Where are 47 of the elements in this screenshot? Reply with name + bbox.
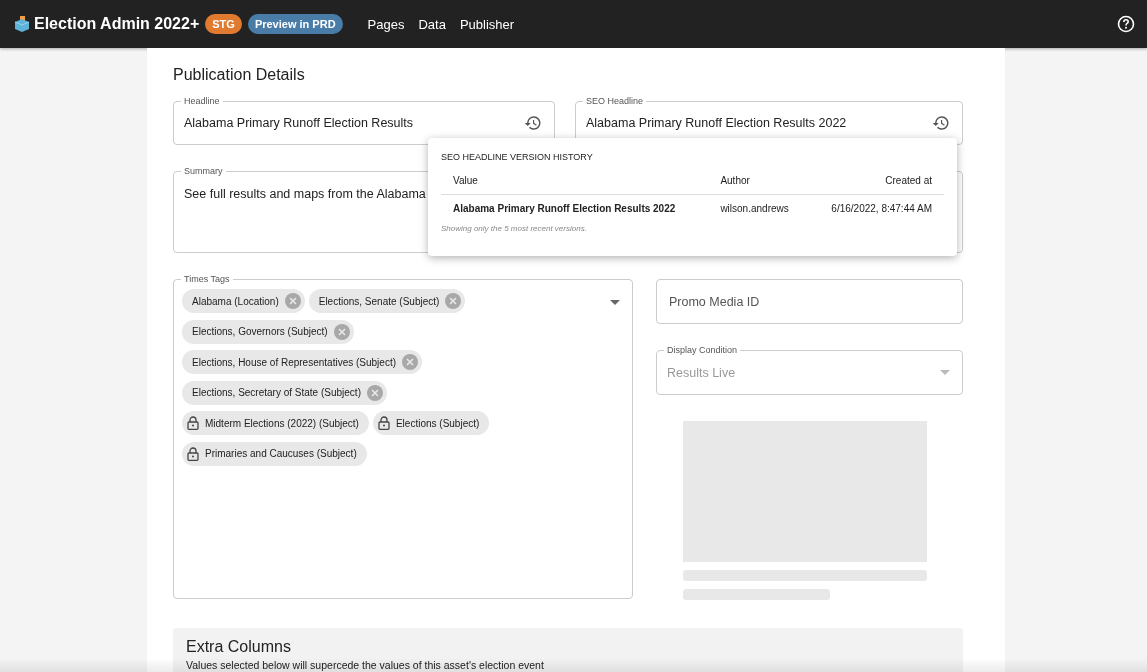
field-label: Display Condition xyxy=(664,345,741,355)
ballot-box-icon xyxy=(14,16,30,32)
table-cell: 6/16/2022, 8:47:44 AM xyxy=(808,194,944,222)
app-title: Election Admin 2022+ xyxy=(34,15,200,33)
tag-chip[interactable]: Primaries and Caucuses (Subject) xyxy=(182,441,367,466)
remove-icon[interactable] xyxy=(402,354,418,370)
column-header: Value xyxy=(441,175,709,195)
tag-chip[interactable]: Elections, House of Representatives (Subject) xyxy=(182,350,422,374)
field-label: Headline xyxy=(181,96,223,106)
promo-media-field[interactable]: Promo Media ID xyxy=(656,279,963,324)
field-value: Alabama Primary Runoff Election Results 2022 xyxy=(586,116,847,130)
remove-icon[interactable] xyxy=(445,293,462,309)
nav-link[interactable]: Pages xyxy=(367,16,405,32)
tag-chip[interactable]: Midterm Elections (2022) (Subject) xyxy=(182,411,369,435)
history-icon[interactable] xyxy=(932,114,950,132)
lock-icon xyxy=(187,446,199,461)
lock-icon xyxy=(187,416,199,430)
tag-chip[interactable]: Elections, Senate (Subject) xyxy=(308,289,466,313)
remove-icon[interactable] xyxy=(366,384,383,401)
remove-icon[interactable] xyxy=(284,293,301,309)
popover-title: SEO HEADLINE VERSION HISTORY xyxy=(441,152,594,162)
section-title: Publication Details xyxy=(173,66,306,84)
environment-badge: STG xyxy=(205,14,242,34)
history-icon[interactable] xyxy=(524,114,542,132)
panel-description: Values selected below will supercede the values of this asset's election event xyxy=(186,659,545,671)
panel-title: Extra Columns xyxy=(186,637,292,656)
preview-badge[interactable]: Preview in PRD xyxy=(247,14,343,34)
tag-chip[interactable]: Elections (Subject) xyxy=(372,411,490,435)
lock-icon xyxy=(377,416,390,430)
tag-chip[interactable]: Elections, Secretary of State (Subject) xyxy=(182,380,387,405)
field-label: SEO Headline xyxy=(583,96,647,106)
caret-icon xyxy=(940,370,950,375)
column-header: Author xyxy=(708,175,809,195)
help-icon[interactable] xyxy=(1117,15,1135,33)
field-label: Summary xyxy=(181,166,226,176)
nav-link[interactable]: Data xyxy=(418,16,446,32)
field-value: See full results and maps from the Alabama xyxy=(184,187,426,201)
column-header: Created at xyxy=(808,175,944,195)
field-value: Alabama Primary Runoff Election Results xyxy=(184,116,414,130)
tag-chip[interactable]: Elections, Governors (Subject) xyxy=(182,319,354,344)
remove-icon[interactable] xyxy=(333,323,350,340)
nav-link[interactable]: Publisher xyxy=(459,16,515,32)
field-label: Times Tags xyxy=(181,274,233,284)
tag-chip[interactable]: Alabama (Location) xyxy=(182,289,305,313)
field-value: Results Live xyxy=(667,365,736,380)
table-cell: wilson.andrews xyxy=(708,194,809,222)
caret-icon[interactable] xyxy=(610,300,620,305)
